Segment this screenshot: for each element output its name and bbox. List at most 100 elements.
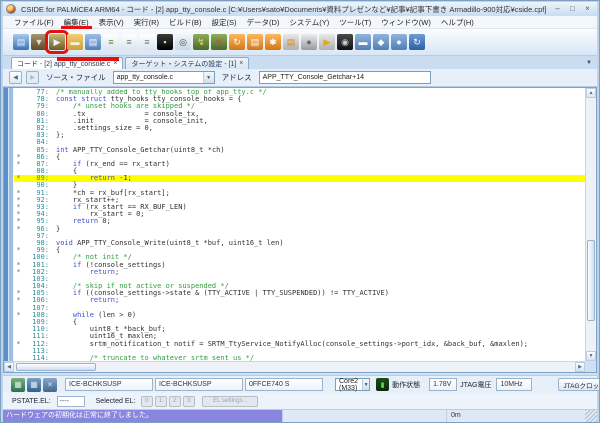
tab-close-icon[interactable]: × [113,60,117,67]
pstate-panel: PSTATE.EL: ---- Selected EL: 0:1:2:3: EL… [3,393,597,409]
address-input[interactable]: APP_TTY_Console_Getchar+14 [259,71,431,84]
scrollbar-corner [585,361,596,372]
horizontal-scroll-thumb[interactable] [16,363,96,371]
ice-status-field-1: ICE-BCHKSUSP [65,378,153,391]
menu-item-10[interactable]: ウィンドウ(W) [376,16,436,29]
watch-list-icon[interactable]: ≡ [121,34,137,50]
menu-item-3[interactable]: 表示(V) [94,16,129,29]
status-message: ハードウェアの初期化は正常に終了しました。 [3,410,283,422]
close-button[interactable]: × [580,3,595,15]
app-window: CSIDE for PALMiCE4 ARM64 - コード - [2] app… [0,0,600,423]
status-cell-empty [283,410,447,422]
vertical-scroll-track[interactable] [586,98,596,351]
menu-item-8[interactable]: システム(Y) [284,16,334,29]
flash-write-icon[interactable]: ↯ [193,34,209,50]
menu-item-9[interactable]: ツール(T) [334,16,376,29]
reset-icon[interactable]: ↻ [229,34,245,50]
flash-erase-icon[interactable]: ↯ [211,34,227,50]
menu-bar: ファイル(F)編集(E)表示(V)実行(R)ビルド(B)設定(S)データ(D)シ… [3,16,597,29]
menu-item-7[interactable]: データ(D) [242,16,285,29]
scroll-right-icon[interactable]: ▶ [575,362,585,372]
stop-disc-icon[interactable]: ● [301,34,317,50]
code-line-95: *95: return 0; [14,218,585,225]
el-button-3[interactable]: 3: [183,396,195,407]
menu-item-4[interactable]: 実行(R) [129,16,164,29]
code-line-83: 83:}; [14,132,585,139]
code-editor[interactable]: 77:/* manually added to tty_hooks top of… [3,87,597,373]
core-select[interactable]: Core2 (M33) ▼ [335,378,370,391]
tab-1[interactable]: コード - [2] app_tty_console.c× [11,57,123,69]
title-bar: CSIDE for PALMiCE4 ARM64 - コード - [2] app… [3,2,597,16]
jtag-voltage-label: JTAG電圧 [460,380,491,390]
maximize-button[interactable]: □ [565,3,580,15]
scroll-up-icon[interactable]: ▲ [586,88,596,98]
forward-button[interactable]: ▶ [26,71,39,84]
comment-bubble-icon[interactable]: ▬ [355,34,371,50]
disconnect-icon[interactable]: × [43,378,57,392]
code-line-89: *89: return -1; [14,175,585,182]
source-list-icon[interactable]: ≡ [103,34,119,50]
target-grid-icon-2[interactable]: ▦ [27,378,41,392]
step-over-icon[interactable]: ▶ [319,34,335,50]
source-file-value: app_tty_console.c [117,74,173,81]
jtag-clock-button[interactable]: JTAGクロック [558,378,600,391]
horizontal-scrollbar[interactable]: ◀ ▶ [4,361,585,372]
target-grid-icon[interactable]: ▦ [11,378,25,392]
el-button-0[interactable]: 0: [141,396,153,407]
open-folder-dark-icon[interactable]: ▼ [31,34,47,50]
back-button[interactable]: ◀ [9,71,22,84]
tab-2[interactable]: ターゲット・システムの設定 - [1]× [125,57,249,69]
breakpoint-margin[interactable] [4,88,14,361]
menu-item-11[interactable]: ヘルプ(H) [436,16,479,29]
folder-file-icon[interactable]: ▤ [85,34,101,50]
tab-list-dropdown-icon[interactable]: ▼ [586,60,592,66]
tab-label: ターゲット・システムの設定 - [1] [131,59,236,69]
minimize-button[interactable]: – [550,3,565,15]
menu-item-5[interactable]: ビルド(B) [164,16,207,29]
el-settings-button[interactable]: EL settings... [202,396,258,407]
vertical-scroll-thumb[interactable] [587,240,595,321]
search-icon[interactable]: ◎ [175,34,191,50]
el-button-1[interactable]: 1: [155,396,167,407]
menu-item-1[interactable]: ファイル(F) [9,16,59,29]
snapshot-icon[interactable]: ◉ [337,34,353,50]
code-line-82: 82: .settings_size = 0, [14,125,585,132]
source-file-dropdown-icon[interactable]: ▼ [203,72,214,83]
open-project-icon[interactable]: ▶ [49,34,65,50]
code-line-98: 98:void APP_TTY_Console_Write(uint8_t *b… [14,240,585,247]
address-bar: ◀ ▶ ソース・ファイル app_tty_console.c ▼ アドレス AP… [3,69,597,87]
status-bar: ハードウェアの初期化は正常に終了しました。 0m [3,409,597,422]
core-select-dropdown-icon[interactable]: ▼ [362,379,369,390]
code-line-87: *87: if (rx_end == rx_start) [14,161,585,168]
new-window-icon[interactable]: ▤ [13,34,29,50]
menu-item-6[interactable]: 設定(S) [207,16,242,29]
memo-icon[interactable]: ● [391,34,407,50]
code-lines[interactable]: 77:/* manually added to tty_hooks top of… [14,89,585,361]
pstate-el-value: ---- [57,396,85,407]
step-doc-icon[interactable]: ▤ [283,34,299,50]
menu-item-2[interactable]: 編集(E) [59,16,94,29]
el-button-2[interactable]: 2: [169,396,181,407]
toolbar: ▤▼▶▬▤≡≡≡▪◎↯↯↻▤✱▤●▶◉▬◆●↻ [3,29,597,56]
refresh-icon[interactable]: ↻ [409,34,425,50]
horizontal-scroll-track[interactable] [14,362,575,372]
tab-close-icon[interactable]: × [239,60,243,67]
folder-icon[interactable]: ▬ [67,34,83,50]
jtag-clock-value: 10MHz [496,378,532,391]
pointer-icon[interactable]: ◆ [373,34,389,50]
scroll-left-icon[interactable]: ◀ [4,362,14,372]
run-icon[interactable]: ✱ [265,34,281,50]
code-line-85: 85:int APP_TTY_Console_Getchar(uint8_t *… [14,147,585,154]
run-state-icon: ▮ [376,378,389,391]
ice-status-field-2: ICE-BCHKSUSP [155,378,243,391]
status-timer: 0m [447,410,585,422]
vertical-scrollbar[interactable]: ▲ ▼ [585,88,596,361]
scroll-down-icon[interactable]: ▼ [586,351,596,361]
source-file-select[interactable]: app_tty_console.c ▼ [113,71,215,84]
resize-grip[interactable] [585,410,597,422]
reload-doc-icon[interactable]: ▤ [247,34,263,50]
run-state-label: 動作状態 [392,380,420,390]
variable-list-icon[interactable]: ≡ [139,34,155,50]
code-line-112: *112: srtm_notification_t notif = SRTM_T… [14,341,585,348]
console-icon[interactable]: ▪ [157,34,173,50]
